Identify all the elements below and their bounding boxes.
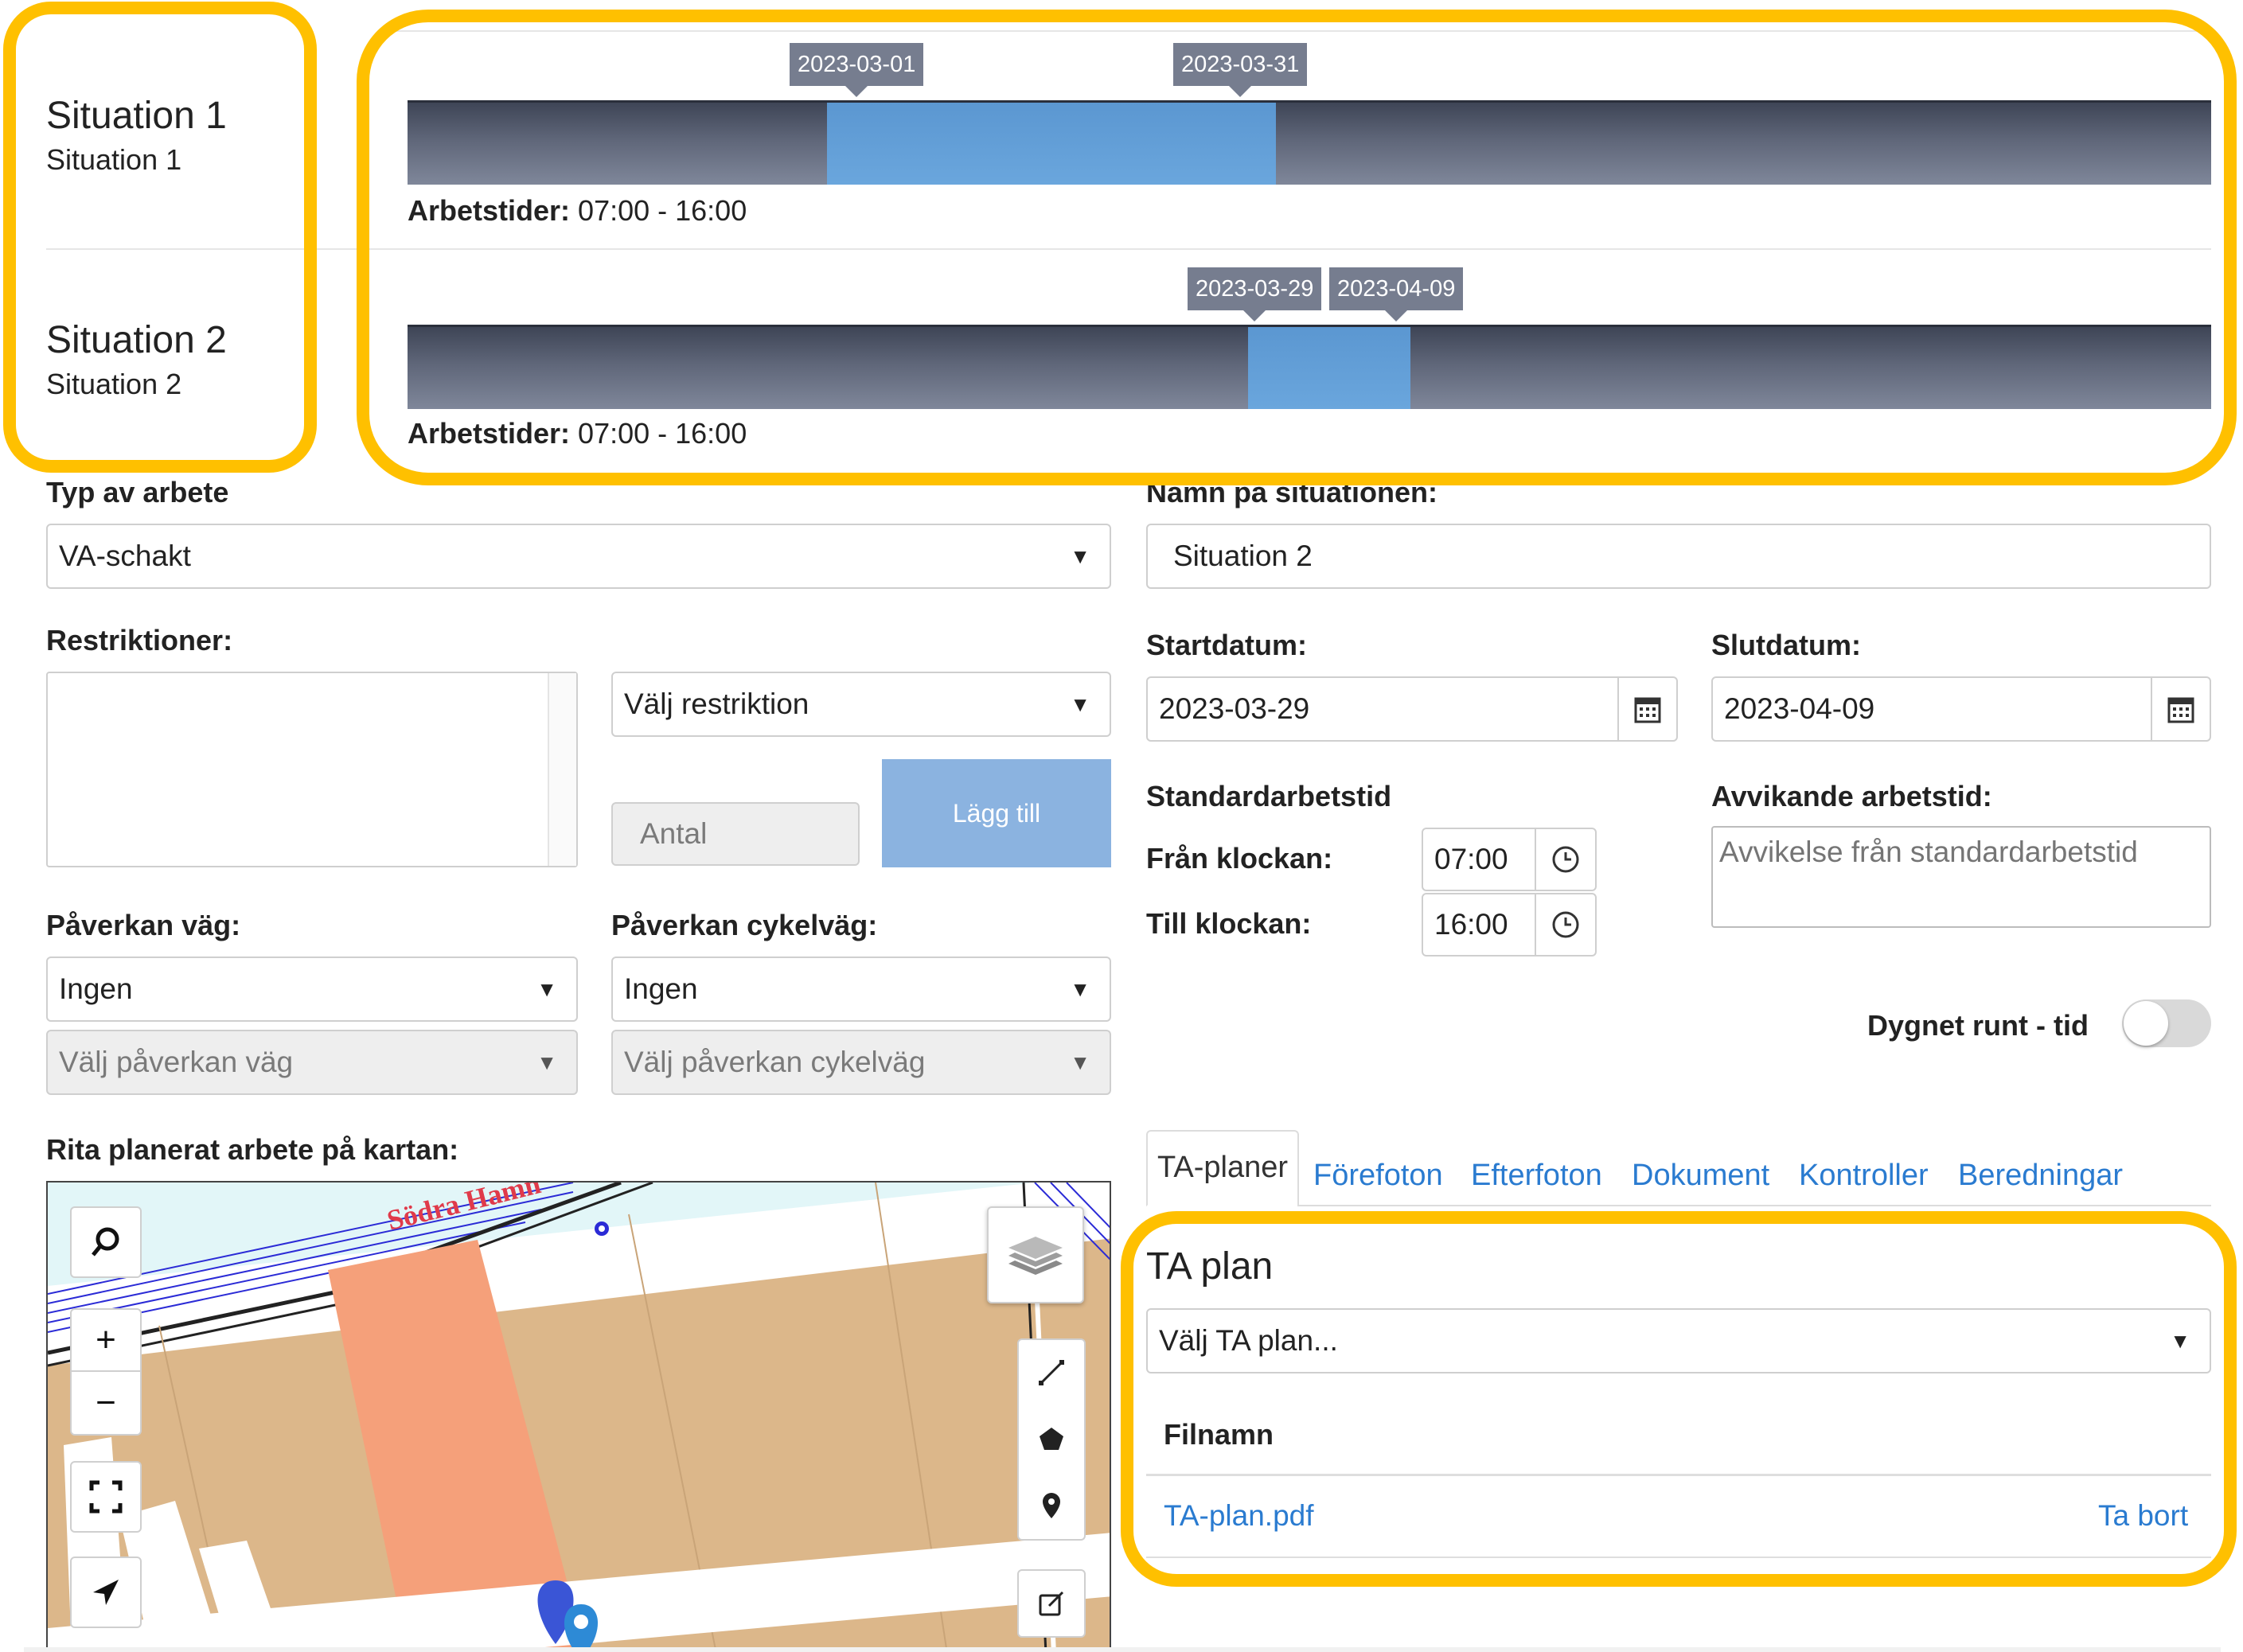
tab-underline [1297,1205,2211,1206]
edit-icon [1039,1591,1064,1616]
map-search-button[interactable] [70,1206,142,1278]
deviating-time-label: Avvikande arbetstid: [1711,780,1992,812]
type-select[interactable]: VA-schakt ▼ [46,524,1111,589]
chevron-down-icon: ▼ [1070,1050,1090,1074]
draw-polygon-button[interactable] [1017,1405,1086,1474]
tab-ta-planer[interactable]: TA-planer [1146,1130,1300,1206]
fullscreen-icon [89,1480,123,1514]
layers-button[interactable] [987,1206,1084,1303]
to-time-label: Till klockan: [1146,907,1312,940]
edit-layers-button[interactable] [1017,1569,1086,1638]
restrictions-label: Restriktioner: [46,624,233,657]
highlight-situation-list [3,2,317,473]
road-impact-value: Ingen [59,972,133,1005]
name-input[interactable]: Situation 2 [1146,524,2211,589]
content-bottom-edge [24,1647,2221,1652]
map-pin-icon [1043,1493,1060,1518]
bike-impact-label: Påverkan cykelväg: [611,909,878,941]
start-date-value: 2023-03-29 [1159,692,1310,725]
road-impact-select[interactable]: Ingen ▼ [46,957,578,1022]
restrictions-scrollbar[interactable] [548,673,576,866]
end-date-input[interactable]: 2023-04-09 [1711,676,2211,742]
clock-icon [1552,846,1579,873]
end-date-value: 2023-04-09 [1724,692,1875,725]
name-input-value: Situation 2 [1173,540,1313,572]
start-date-label: Startdatum: [1146,629,1308,661]
restriction-select-value: Välj restriktion [624,688,809,720]
to-time-value: 16:00 [1434,908,1508,941]
zoom-out-button[interactable]: − [70,1372,142,1436]
calendar-button[interactable] [2151,678,2210,740]
map[interactable]: Södra Hamn + − [46,1181,1111,1652]
deviating-time-textarea[interactable] [1711,826,2211,928]
tab-dokument[interactable]: Dokument [1632,1159,1769,1193]
all-day-toggle[interactable] [2122,999,2211,1047]
calendar-button[interactable] [1617,678,1676,740]
calendar-icon [1634,697,1661,723]
highlight-timeline [357,10,2237,485]
search-icon [92,1227,119,1257]
zoom-in-button[interactable]: + [70,1308,142,1372]
minus-icon: − [96,1383,116,1422]
road-impact-sub-value: Välj påverkan väg [59,1046,294,1078]
start-date-input[interactable]: 2023-03-29 [1146,676,1678,742]
calendar-icon [2167,697,2194,723]
draw-line-button[interactable] [1017,1338,1086,1407]
restriction-select[interactable]: Välj restriktion ▼ [611,672,1111,737]
clock-button[interactable] [1535,894,1595,955]
draw-marker-button[interactable] [1017,1472,1086,1541]
road-impact-label: Påverkan väg: [46,909,241,941]
add-restriction-button[interactable]: Lägg till [882,759,1111,867]
count-placeholder: Antal [640,817,708,850]
type-label: Typ av arbete [46,476,229,508]
bike-impact-sub-value: Välj påverkan cykelväg [624,1046,926,1078]
fullscreen-button[interactable] [70,1461,142,1533]
chevron-down-icon: ▼ [536,977,557,1001]
restrictions-list[interactable] [46,672,578,867]
type-select-value: VA-schakt [59,540,191,572]
from-time-value: 07:00 [1434,843,1508,875]
bike-impact-select[interactable]: Ingen ▼ [611,957,1111,1022]
standard-time-label: Standardarbetstid [1146,780,1392,812]
tab-forefoton[interactable]: Förefoton [1313,1159,1443,1193]
tab-kontroller[interactable]: Kontroller [1799,1159,1929,1193]
clock-button[interactable] [1535,829,1595,890]
bike-impact-sub-select[interactable]: Välj påverkan cykelväg ▼ [611,1030,1111,1095]
clock-icon [1552,911,1579,938]
toggle-knob [2124,1001,2168,1046]
road-impact-sub-select[interactable]: Välj påverkan väg ▼ [46,1030,578,1095]
tab-beredningar[interactable]: Beredningar [1958,1159,2123,1193]
chevron-down-icon: ▼ [536,1050,557,1074]
count-input[interactable]: Antal [611,802,860,866]
tab-efterfoton[interactable]: Efterfoton [1471,1159,1602,1193]
layers-icon [1008,1237,1063,1275]
navigation-arrow-icon [93,1580,119,1605]
all-day-label: Dygnet runt - tid [1867,1009,2089,1042]
map-canvas[interactable]: Södra Hamn [48,1183,1111,1652]
chevron-down-icon: ▼ [1070,544,1090,568]
chevron-down-icon: ▼ [1070,977,1090,1001]
to-time-input[interactable]: 16:00 [1422,893,1597,957]
bike-impact-value: Ingen [624,972,698,1005]
plus-icon: + [96,1320,116,1359]
locate-button[interactable] [70,1557,142,1628]
polygon-icon [1040,1428,1063,1450]
from-time-label: Från klockan: [1146,842,1333,875]
highlight-ta-plan [1121,1211,2237,1587]
chevron-down-icon: ▼ [1070,692,1090,716]
from-time-input[interactable]: 07:00 [1422,828,1597,891]
end-date-label: Slutdatum: [1711,629,1861,661]
draw-line-icon [1039,1360,1064,1385]
map-label: Rita planerat arbete på kartan: [46,1133,459,1166]
